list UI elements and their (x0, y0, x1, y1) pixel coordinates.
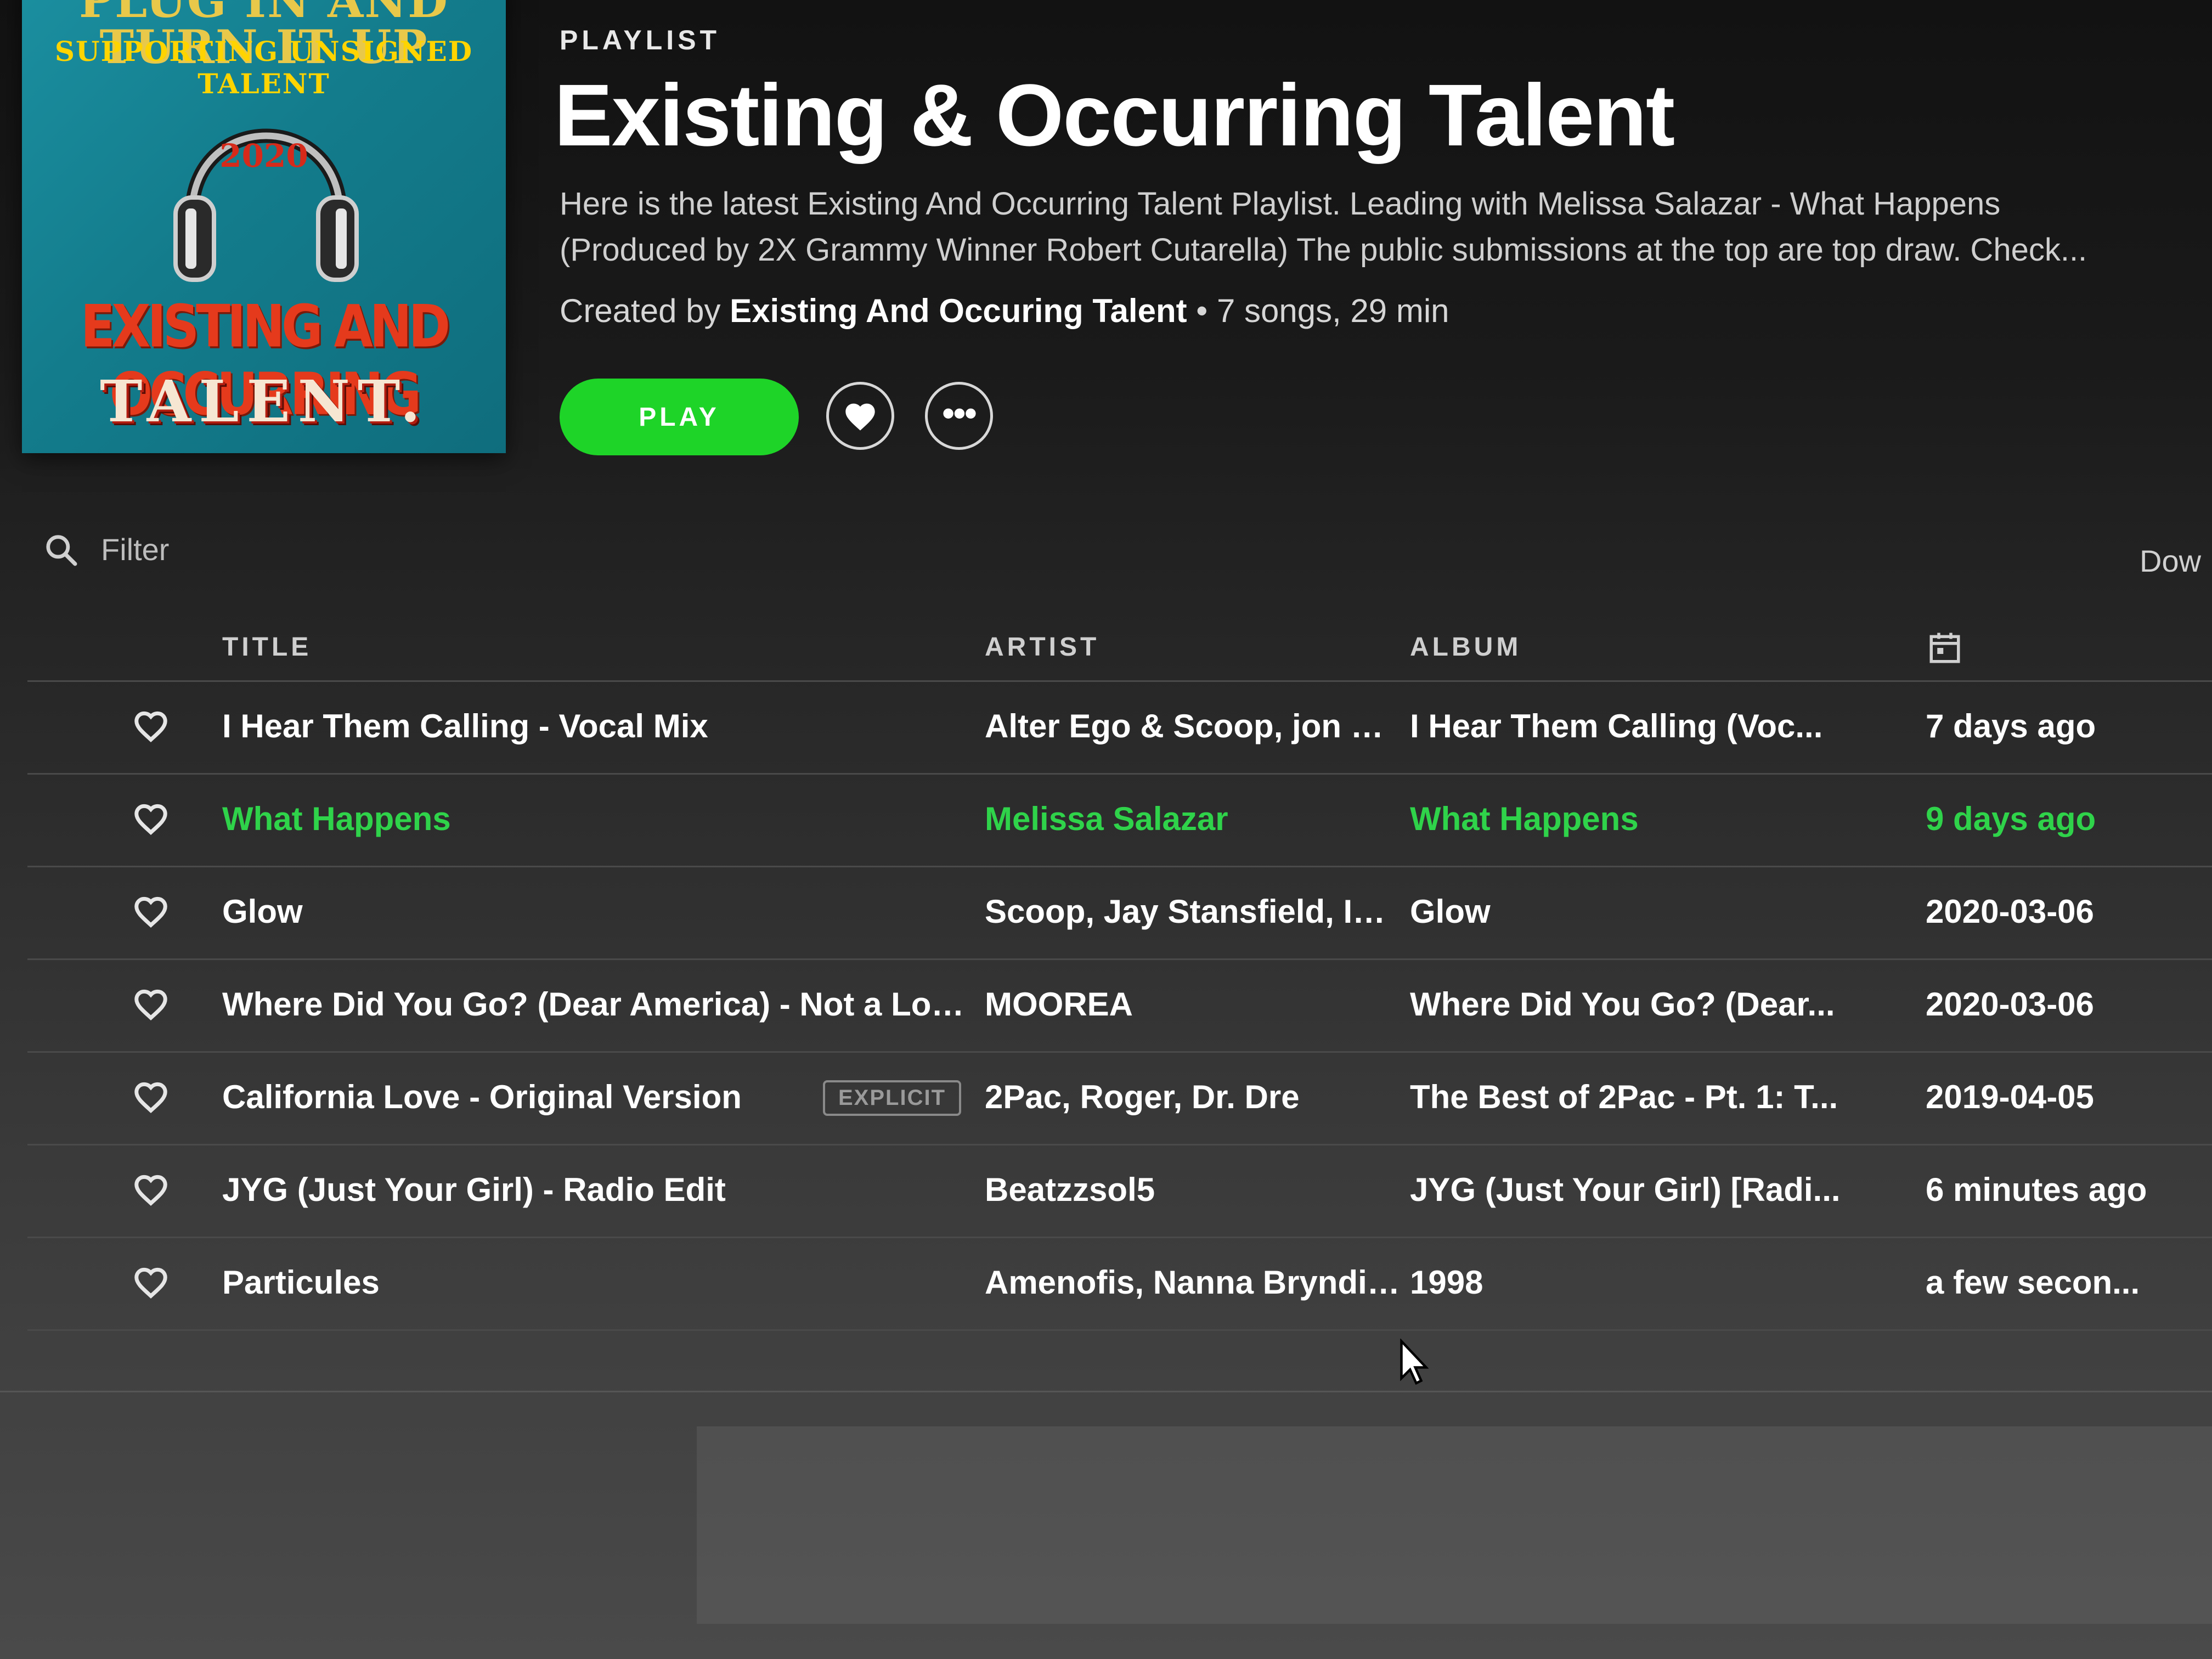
track-row[interactable]: California Love - Original Version EXPLIC… (27, 1053, 2212, 1146)
track-row[interactable]: Particules Amenofis, Nanna Bryndis... 1998… (27, 1238, 2212, 1331)
track-title[interactable]: What Happens (222, 800, 979, 838)
track-artist[interactable]: Scoop, Jay Stansfield, Im... (985, 893, 1402, 930)
download-toggle-label[interactable]: Dow (2140, 543, 2201, 579)
created-by-prefix: Created by (560, 292, 721, 329)
track-artist[interactable]: Alter Ego & Scoop, jon gil... (985, 707, 1402, 745)
track-artist[interactable]: Beatzzsol5 (985, 1171, 1402, 1209)
track-date-added: 9 days ago (1926, 800, 2096, 837)
track-album[interactable]: 1998 (1410, 1263, 1882, 1301)
empty-panel (697, 1426, 2212, 1624)
column-header-album[interactable]: ALBUM (1410, 632, 1521, 662)
track-album[interactable]: The Best of 2Pac - Pt. 1: T... (1410, 1078, 1882, 1116)
track-album[interactable]: What Happens (1410, 800, 1882, 838)
creator-link[interactable]: Existing And Occuring Talent (730, 292, 1187, 329)
track-album[interactable]: I Hear Them Calling (Voc... (1410, 707, 1882, 745)
track-date-added: 2020-03-06 (1926, 893, 2094, 930)
headphones-icon (173, 128, 359, 282)
heart-icon[interactable] (132, 1171, 170, 1207)
track-artist[interactable]: MOOREA (985, 985, 1402, 1023)
cover-year: 2020 (219, 137, 308, 174)
like-button[interactable] (826, 382, 894, 450)
track-row[interactable]: JYG (Just Your Girl) - Radio Edit Beatzzs… (27, 1146, 2212, 1238)
track-date-added: 7 days ago (1926, 708, 2096, 744)
heart-icon[interactable] (132, 985, 170, 1022)
filter-input[interactable] (100, 531, 431, 568)
track-date-added: 6 minutes ago (1926, 1171, 2147, 1208)
track-artist[interactable]: Melissa Salazar (985, 800, 1402, 838)
track-list: I Hear Them Calling - Vocal Mix Alter Ego… (27, 682, 2212, 1331)
column-header-artist[interactable]: ARTIST (985, 632, 1099, 662)
playlist-description: Here is the latest Existing And Occurrin… (560, 186, 2087, 268)
filter-bar (44, 531, 431, 568)
track-title[interactable]: I Hear Them Calling - Vocal Mix (222, 707, 979, 745)
heart-icon[interactable] (132, 707, 170, 743)
list-end-divider (0, 1391, 2212, 1392)
playlist-cover-art: PLUG IN AND TURN IT UP SUPPORTING UNSIGN… (22, 0, 506, 453)
playlist-meta: Created by Existing And Occuring Talent … (560, 292, 1449, 330)
column-header-title[interactable]: TITLE (222, 632, 312, 662)
track-album[interactable]: Glow (1410, 893, 1882, 930)
heart-icon[interactable] (132, 1263, 170, 1300)
playlist-stats: • 7 songs, 29 min (1187, 292, 1449, 329)
track-artist[interactable]: 2Pac, Roger, Dr. Dre (985, 1078, 1402, 1116)
more-options-button[interactable]: ••• (925, 382, 993, 450)
track-row[interactable]: Where Did You Go? (Dear America) - Not a… (27, 960, 2212, 1053)
track-title[interactable]: Glow (222, 893, 979, 930)
cover-name-line2: TALENT. (99, 368, 428, 435)
track-artist[interactable]: Amenofis, Nanna Bryndis... (985, 1263, 1402, 1301)
heart-icon[interactable] (132, 1078, 170, 1114)
track-row[interactable]: Glow Scoop, Jay Stansfield, Im... Glow 2020… (27, 867, 2212, 960)
heart-icon[interactable] (132, 893, 170, 929)
heart-icon[interactable] (132, 800, 170, 836)
table-header: TITLE ARTIST ALBUM (27, 620, 2212, 682)
track-row[interactable]: What Happens Melissa Salazar What Happens 9… (27, 775, 2212, 867)
track-date-added: a few secon... (1926, 1264, 2140, 1301)
explicit-badge: EXPLICIT (823, 1080, 962, 1116)
track-title[interactable]: Particules (222, 1263, 979, 1301)
playlist-title: Existing & Occurring Talent (554, 66, 1675, 164)
more-options-icon: ••• (942, 393, 977, 433)
track-date-added: 2019-04-05 (1926, 1079, 2094, 1115)
play-button[interactable]: PLAY (560, 379, 799, 455)
track-title[interactable]: Where Did You Go? (Dear America) - Not a… (222, 985, 979, 1023)
search-icon (46, 534, 77, 566)
mouse-cursor-icon (1400, 1339, 1429, 1385)
playlist-type-label: PLAYLIST (560, 25, 721, 55)
track-table: TITLE ARTIST ALBUM I Hear Them Calling -… (27, 620, 2212, 1331)
track-album[interactable]: Where Did You Go? (Dear... (1410, 985, 1882, 1023)
track-album[interactable]: JYG (Just Your Girl) [Radi... (1410, 1171, 1882, 1209)
track-row[interactable]: I Hear Them Calling - Vocal Mix Alter Ego… (27, 682, 2212, 775)
spotify-playlist-page: PLUG IN AND TURN IT UP SUPPORTING UNSIGN… (0, 0, 2212, 1659)
calendar-icon[interactable] (1927, 630, 1963, 666)
heart-icon (845, 403, 875, 431)
track-title[interactable]: JYG (Just Your Girl) - Radio Edit (222, 1171, 979, 1209)
track-date-added: 2020-03-06 (1926, 986, 2094, 1023)
